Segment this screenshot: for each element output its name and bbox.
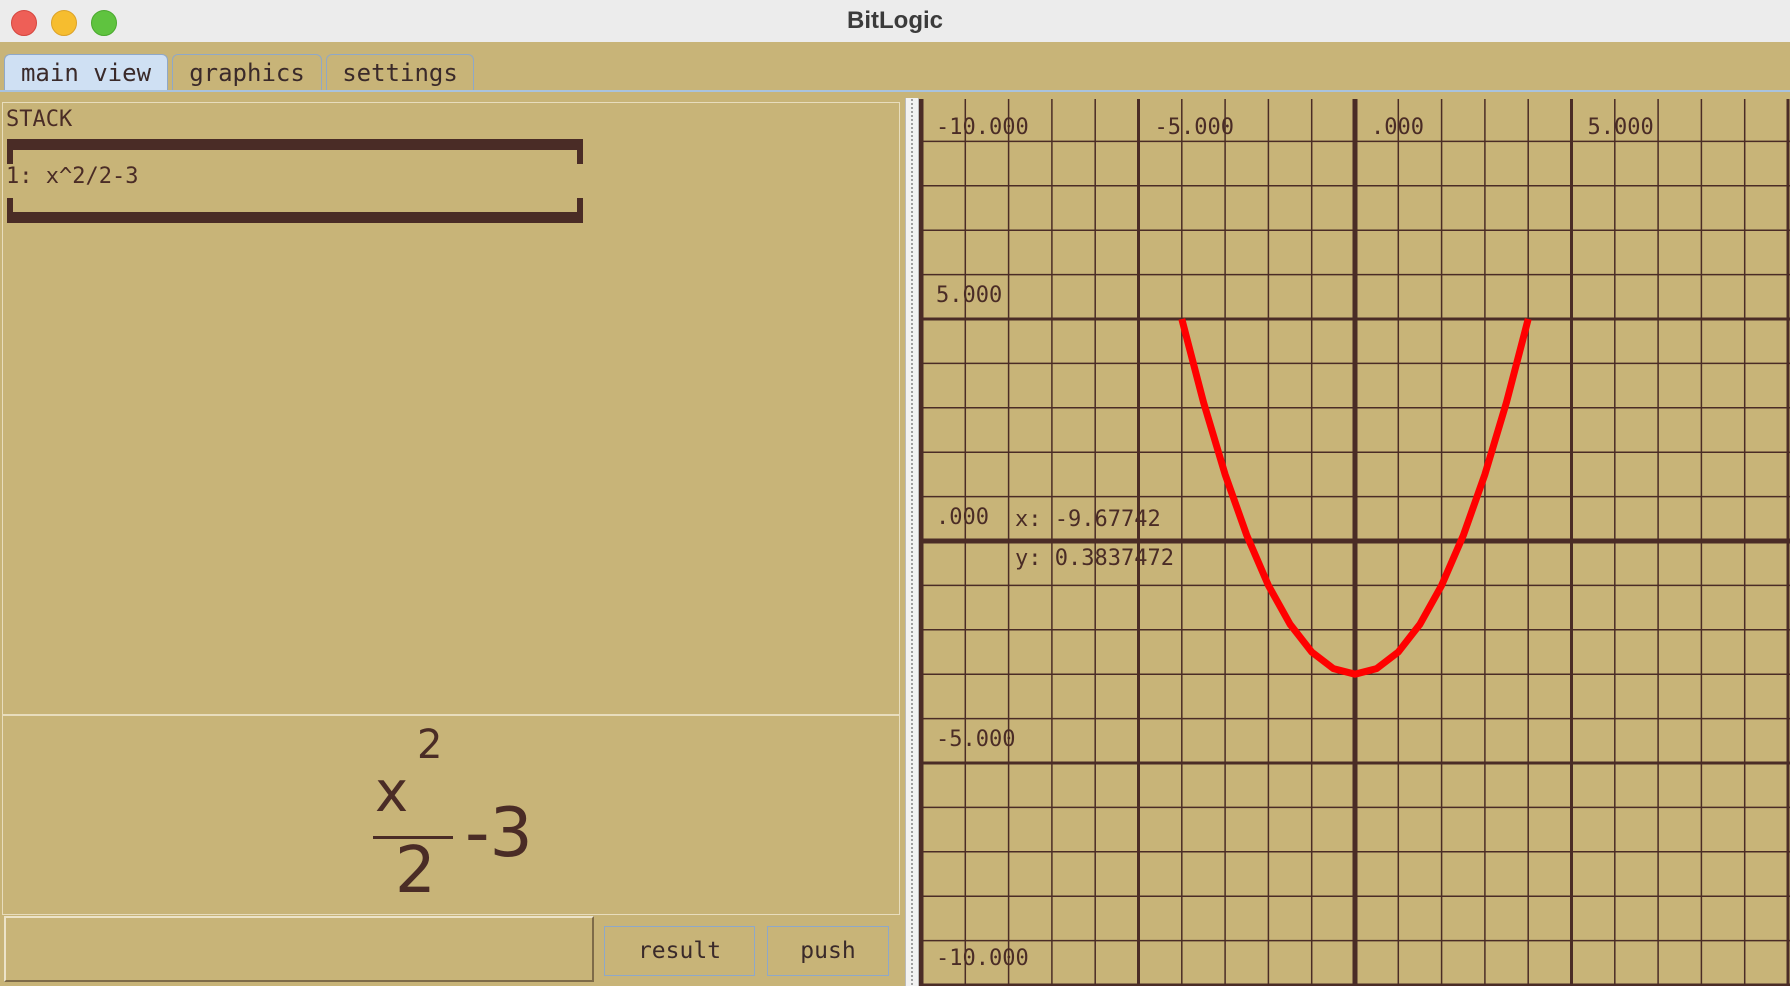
stack-item[interactable]: 1: x^2/2-3 [6, 164, 138, 189]
y-tick-label: 5.000 [936, 283, 1002, 308]
y-tick-label: .000 [936, 505, 989, 530]
graph-panel[interactable]: -10.000 -5.000 .000 5.000 5.000 .000 -5.… [919, 99, 1790, 986]
divider-grip-icon [910, 98, 914, 986]
function-plot[interactable]: -10.000 -5.000 .000 5.000 5.000 .000 -5.… [919, 99, 1790, 986]
stack-panel: STACK 1: x^2/2-3 [2, 102, 900, 715]
push-button[interactable]: push [767, 926, 889, 976]
tab-settings[interactable]: settings [326, 54, 474, 90]
window-title: BitLogic [847, 7, 943, 34]
x-tick-label: -5.000 [1155, 115, 1234, 140]
cursor-y-readout: y: 0.3837472 [1015, 546, 1174, 571]
split-pane-divider[interactable] [905, 98, 919, 986]
expression-input[interactable] [4, 916, 594, 982]
x-tick-label: 5.000 [1588, 115, 1654, 140]
y-tick-label: -5.000 [936, 727, 1015, 752]
axes [919, 99, 1790, 986]
rendered-formula: 2 x 2 -3 [373, 722, 573, 912]
stack-title: STACK [6, 107, 73, 132]
tab-strip: main view graphics settings [0, 42, 1790, 92]
tab-graphics[interactable]: graphics [172, 54, 322, 90]
x-tick-label: -10.000 [936, 115, 1029, 140]
formula-preview: 2 x 2 -3 [2, 715, 900, 915]
formula-constant: -3 [465, 794, 533, 873]
formula-numerator: x [375, 760, 409, 825]
tab-main-view[interactable]: main view [4, 54, 168, 90]
title-bar: BitLogic [0, 0, 1790, 43]
y-tick-label: -10.000 [936, 946, 1029, 971]
main-view-pane: STACK 1: x^2/2-3 2 x 2 -3 result push [0, 92, 905, 986]
formula-exponent: 2 [417, 722, 443, 768]
formula-denominator: 2 [395, 834, 436, 908]
cursor-x-readout: x: -9.67742 [1015, 507, 1161, 532]
x-tick-label: .000 [1371, 115, 1424, 140]
result-button[interactable]: result [604, 926, 755, 976]
